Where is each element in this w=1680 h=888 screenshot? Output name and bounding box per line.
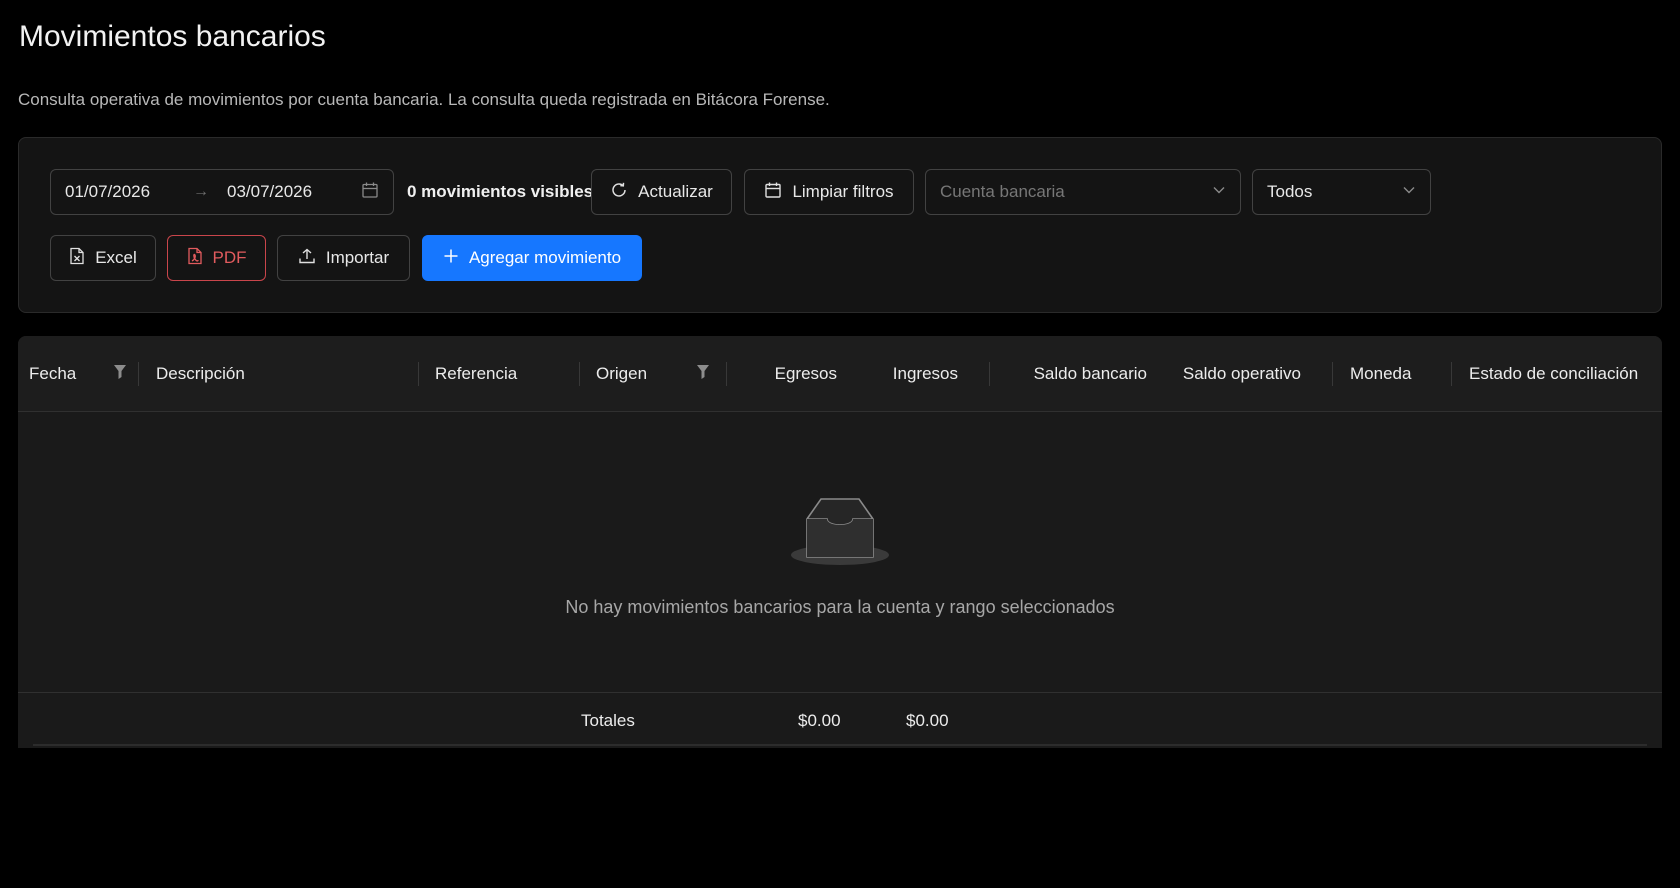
file-pdf-icon	[187, 247, 203, 270]
column-label: Referencia	[435, 363, 518, 383]
column-label: Saldo bancario	[1033, 363, 1147, 383]
refresh-label: Actualizar	[638, 182, 713, 201]
horizontal-scrollbar[interactable]	[33, 744, 1647, 746]
column-header-fecha[interactable]: Fecha	[18, 336, 139, 411]
reload-icon	[610, 181, 628, 204]
column-header-estado[interactable]: Estado de conciliación	[1452, 336, 1662, 411]
upload-icon	[298, 247, 316, 270]
table-header: Fecha Descripción Referencia Origen Egre…	[18, 336, 1662, 412]
filter-toolbar: 01/07/2026 → 03/07/2026 0 movimientos vi…	[18, 137, 1662, 313]
column-label: Saldo operativo	[1182, 363, 1301, 383]
date-from-input[interactable]: 01/07/2026	[65, 182, 193, 202]
chevron-down-icon	[1402, 182, 1416, 202]
clear-filters-button[interactable]: Limpiar filtros	[744, 169, 914, 215]
column-label: Moneda	[1350, 363, 1412, 383]
column-header-descripcion[interactable]: Descripción	[139, 336, 419, 411]
date-range-picker[interactable]: 01/07/2026 → 03/07/2026	[50, 169, 394, 215]
column-label: Egresos	[774, 363, 837, 383]
column-label: Estado de conciliación	[1469, 363, 1639, 383]
visible-count: 0 movimientos visibles	[407, 182, 594, 201]
refresh-button[interactable]: Actualizar	[591, 169, 732, 215]
pdf-label: PDF	[212, 248, 247, 267]
excel-label: Excel	[95, 248, 137, 267]
calendar-icon[interactable]	[361, 181, 379, 204]
column-label: Ingresos	[892, 363, 958, 383]
page-subtitle: Consulta operativa de movimientos por cu…	[18, 90, 830, 109]
status-select[interactable]: Todos	[1252, 169, 1431, 215]
export-excel-button[interactable]: Excel	[50, 235, 156, 281]
column-header-moneda[interactable]: Moneda	[1333, 336, 1452, 411]
table-totals-row: Totales $0.00 $0.00	[18, 692, 1662, 748]
add-movement-label: Agregar movimiento	[468, 248, 622, 267]
calendar-clear-icon	[764, 181, 782, 204]
bank-account-select[interactable]: Cuenta bancaria	[925, 169, 1241, 215]
column-header-referencia[interactable]: Referencia	[419, 336, 580, 411]
plus-icon	[443, 248, 459, 269]
bank-account-placeholder: Cuenta bancaria	[940, 182, 1065, 201]
empty-inbox-icon	[789, 493, 891, 572]
date-to-input[interactable]: 03/07/2026	[227, 182, 361, 202]
column-header-saldo-operativo[interactable]: Saldo operativo	[1158, 336, 1333, 411]
movements-table: Fecha Descripción Referencia Origen Egre…	[18, 336, 1662, 748]
column-label: Descripción	[156, 363, 245, 383]
add-movement-button[interactable]: Agregar movimiento	[422, 235, 642, 281]
date-range-separator: →	[193, 183, 209, 200]
clear-filters-label: Limpiar filtros	[792, 182, 894, 201]
column-header-saldo-bancario[interactable]: Saldo bancario	[990, 336, 1158, 411]
column-header-ingresos[interactable]: Ingresos	[857, 336, 990, 411]
column-header-origen[interactable]: Origen	[580, 336, 727, 411]
import-label: Importar	[325, 248, 390, 267]
chevron-down-icon	[1212, 182, 1226, 202]
column-label: Origen	[596, 363, 648, 383]
empty-state-message: No hay movimientos bancarios para la cue…	[565, 597, 1115, 617]
totals-label: Totales	[581, 711, 635, 730]
column-header-egresos[interactable]: Egresos	[727, 336, 857, 411]
export-pdf-button[interactable]: PDF	[167, 235, 266, 281]
filter-icon[interactable]	[113, 363, 127, 386]
filter-icon[interactable]	[696, 363, 710, 386]
status-select-value: Todos	[1267, 182, 1313, 201]
import-button[interactable]: Importar	[277, 235, 410, 281]
totals-ingresos: $0.00	[906, 711, 949, 730]
column-label: Fecha	[29, 363, 77, 383]
totals-egresos: $0.00	[798, 711, 841, 730]
file-excel-icon	[69, 247, 85, 270]
page-title: Movimientos bancarios	[19, 20, 326, 53]
